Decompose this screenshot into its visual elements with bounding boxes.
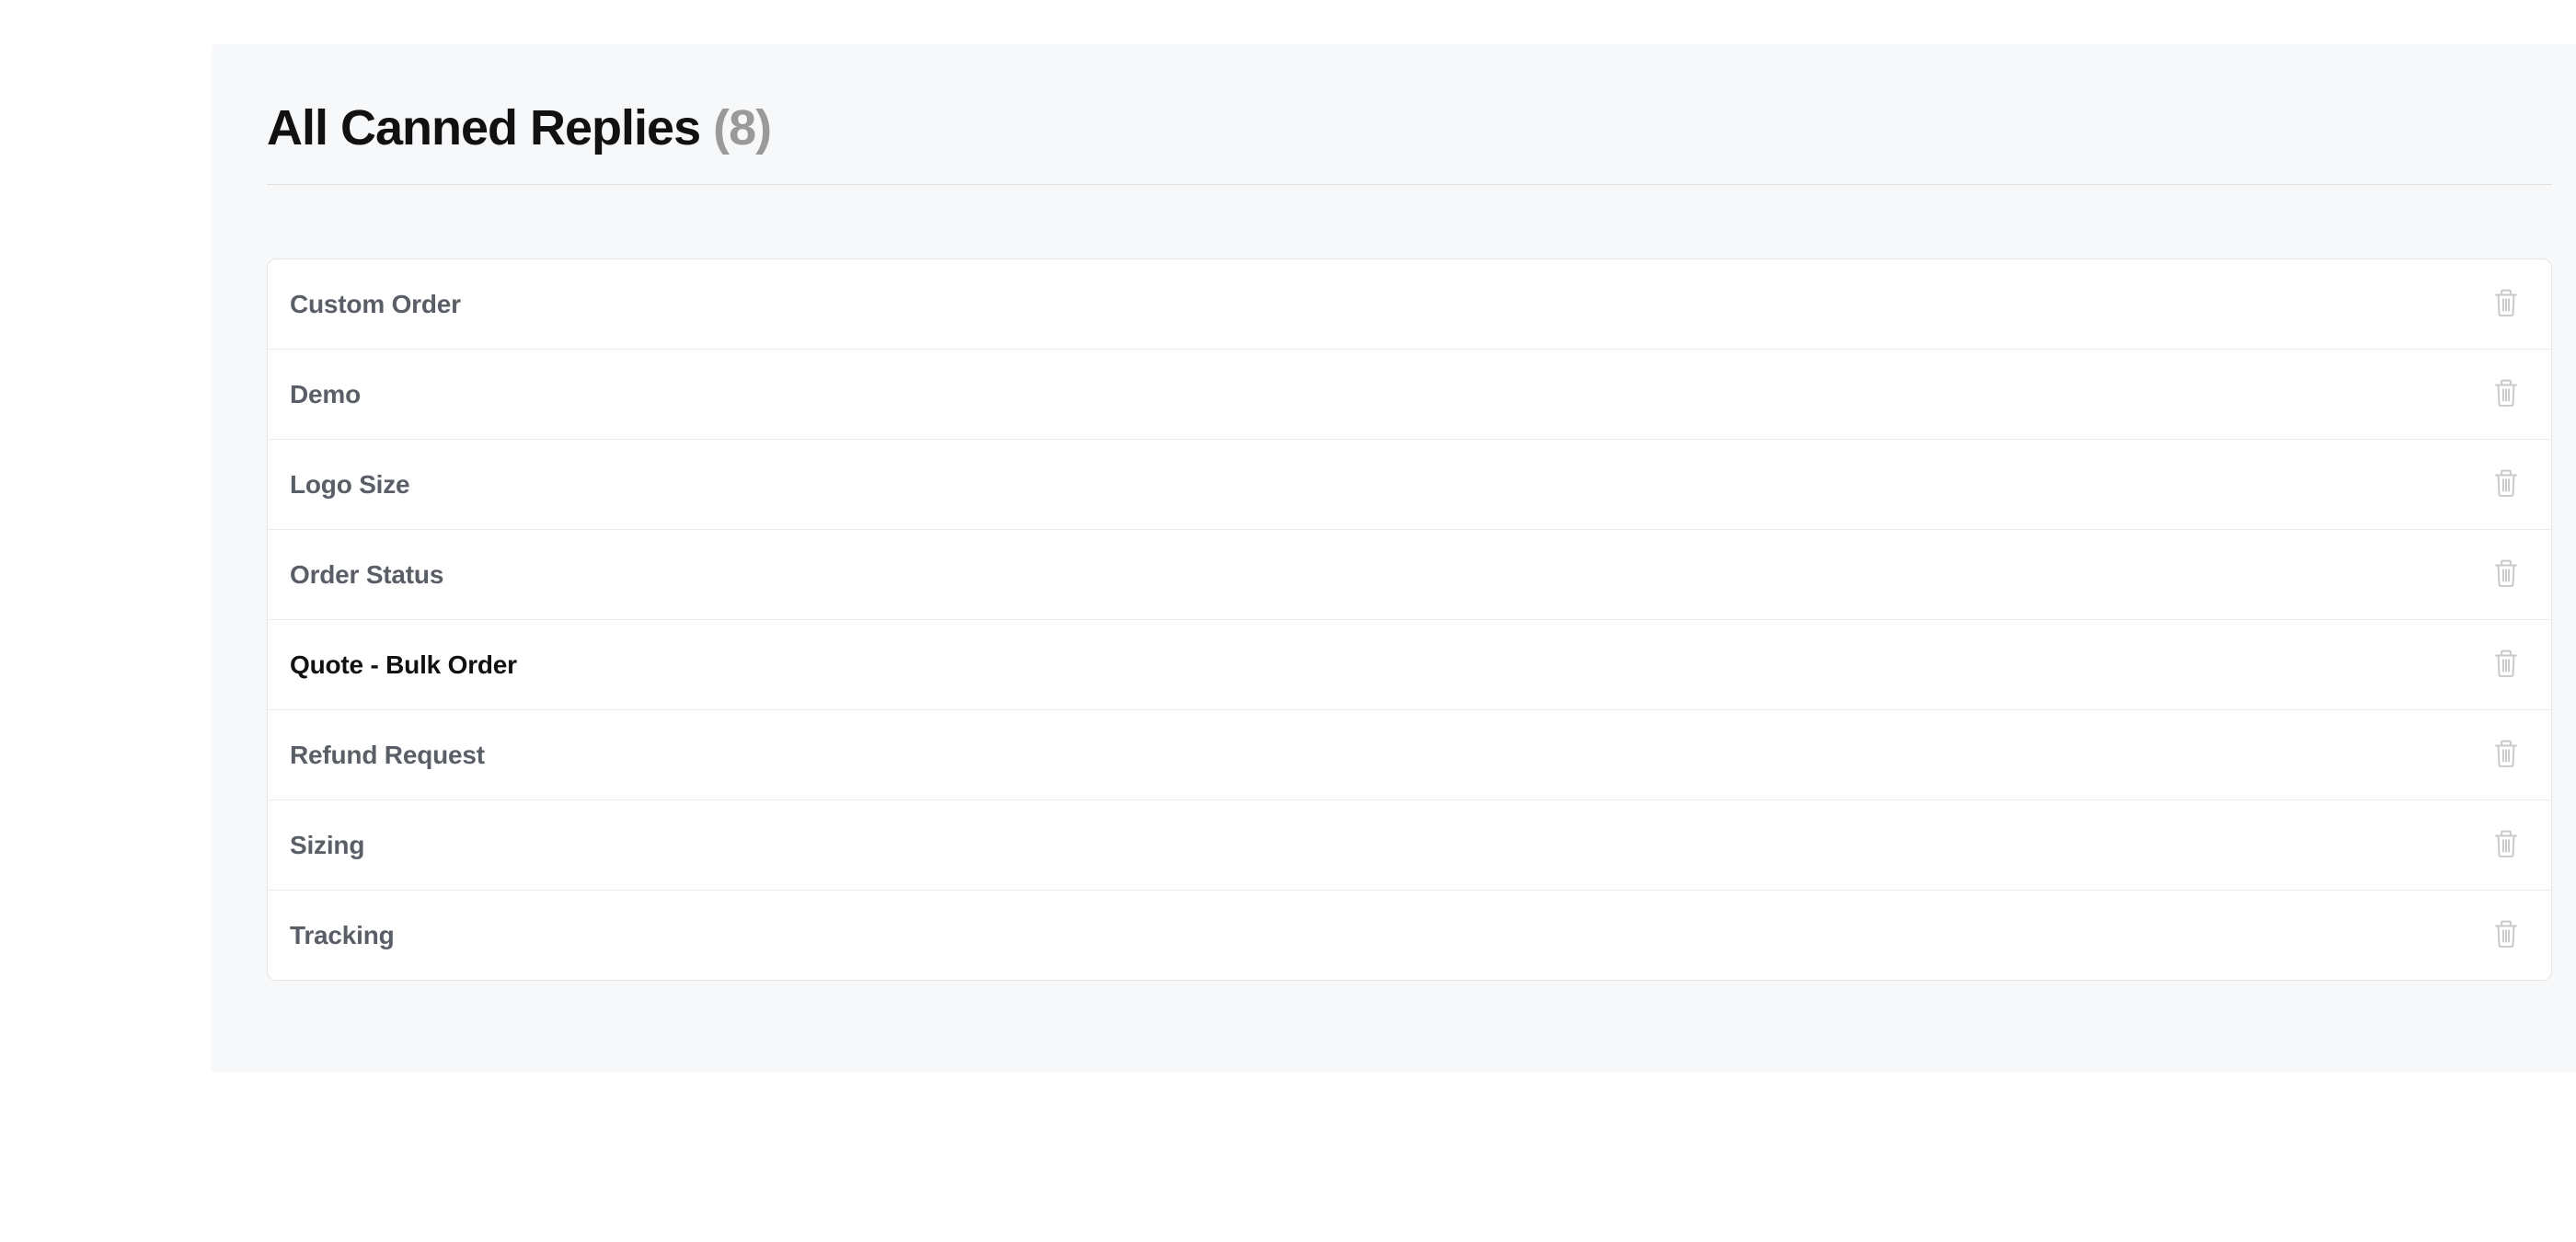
delete-button[interactable] xyxy=(2489,464,2524,505)
trash-icon xyxy=(2492,287,2520,321)
trash-icon xyxy=(2492,648,2520,682)
reply-label: Custom Order xyxy=(290,290,461,319)
delete-button[interactable] xyxy=(2489,914,2524,956)
reply-row[interactable]: Sizing xyxy=(268,800,2551,891)
reply-count: (8) xyxy=(713,99,771,156)
reply-row[interactable]: Refund Request xyxy=(268,710,2551,800)
delete-button[interactable] xyxy=(2489,554,2524,595)
reply-label: Refund Request xyxy=(290,741,485,770)
reply-label: Order Status xyxy=(290,560,443,590)
trash-icon xyxy=(2492,377,2520,411)
delete-button[interactable] xyxy=(2489,283,2524,325)
trash-icon xyxy=(2492,467,2520,501)
reply-label: Sizing xyxy=(290,831,364,860)
canned-replies-panel: All Canned Replies (8) Custom Order Demo… xyxy=(212,44,2576,1073)
reply-row[interactable]: Demo xyxy=(268,350,2551,440)
trash-icon xyxy=(2492,918,2520,952)
page-title: All Canned Replies xyxy=(267,99,700,156)
reply-label: Demo xyxy=(290,380,361,409)
delete-button[interactable] xyxy=(2489,374,2524,415)
reply-row[interactable]: Order Status xyxy=(268,530,2551,620)
trash-icon xyxy=(2492,558,2520,592)
reply-row[interactable]: Logo Size xyxy=(268,440,2551,530)
reply-label: Quote - Bulk Order xyxy=(290,650,517,680)
replies-list: Custom Order Demo Logo Size Order Status… xyxy=(267,259,2552,981)
trash-icon xyxy=(2492,738,2520,772)
reply-label: Tracking xyxy=(290,921,395,950)
page-header: All Canned Replies (8) xyxy=(267,99,2552,156)
delete-button[interactable] xyxy=(2489,644,2524,685)
delete-button[interactable] xyxy=(2489,824,2524,866)
delete-button[interactable] xyxy=(2489,734,2524,776)
reply-row[interactable]: Custom Order xyxy=(268,259,2551,350)
reply-row[interactable]: Quote - Bulk Order xyxy=(268,620,2551,710)
trash-icon xyxy=(2492,828,2520,862)
reply-label: Logo Size xyxy=(290,470,409,500)
reply-row[interactable]: Tracking xyxy=(268,891,2551,980)
header-divider xyxy=(267,184,2552,185)
